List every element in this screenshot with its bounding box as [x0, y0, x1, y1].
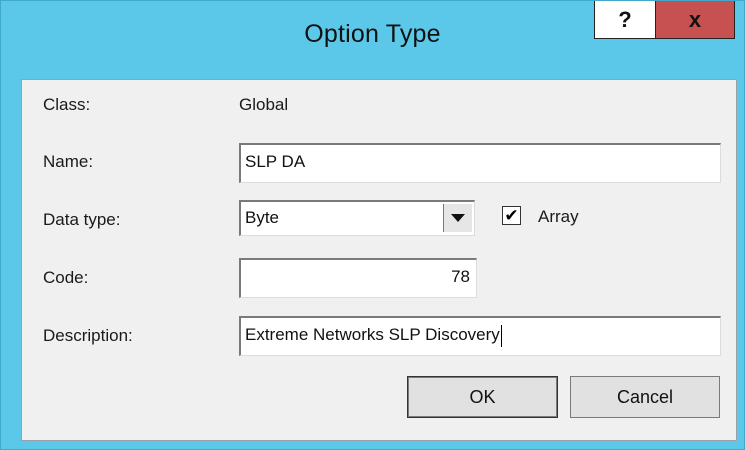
- code-label: Code:: [43, 268, 89, 287]
- close-icon: x: [688, 6, 702, 32]
- name-input[interactable]: SLP DA: [239, 143, 721, 183]
- class-label: Class:: [43, 95, 91, 114]
- help-button[interactable]: ?: [594, 1, 656, 39]
- data-type-label: Data type:: [43, 210, 121, 229]
- dialog-content: Class: Global Name: SLP DA Data type: By…: [21, 79, 737, 441]
- help-icon: ?: [618, 6, 632, 32]
- ok-button[interactable]: OK: [407, 376, 558, 418]
- description-input[interactable]: Extreme Networks SLP Discovery: [239, 316, 721, 356]
- description-label: Description:: [43, 326, 133, 345]
- title-bar[interactable]: Option Type ? x: [1, 1, 744, 79]
- name-input-value: SLP DA: [245, 152, 306, 171]
- code-input[interactable]: 78: [239, 258, 477, 298]
- text-cursor: [500, 324, 502, 347]
- description-input-value: Extreme Networks SLP Discovery: [245, 325, 500, 344]
- dropdown-arrow-icon[interactable]: [443, 204, 472, 232]
- close-button[interactable]: x: [656, 1, 735, 39]
- code-input-value: 78: [451, 267, 470, 286]
- data-type-select[interactable]: Byte: [239, 200, 475, 236]
- name-label: Name:: [43, 152, 94, 171]
- cancel-button[interactable]: Cancel: [570, 376, 720, 418]
- checkmark-icon: ✔: [504, 206, 519, 225]
- array-label[interactable]: Array: [538, 207, 579, 227]
- class-value: Global: [239, 95, 289, 114]
- data-type-selected-value: Byte: [245, 208, 280, 227]
- array-checkbox[interactable]: ✔: [502, 206, 521, 225]
- option-type-dialog: Option Type ? x Class: Global Name: SLP …: [0, 0, 745, 450]
